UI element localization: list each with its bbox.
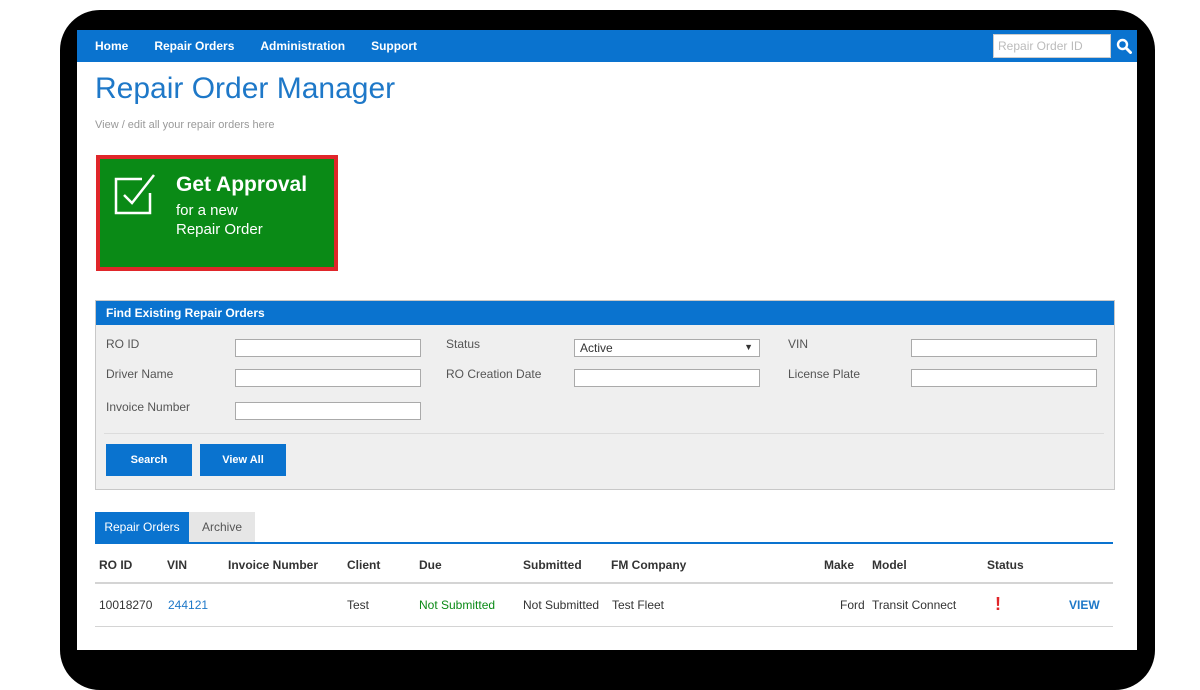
ro-creation-date-input[interactable]	[574, 369, 760, 387]
search-button[interactable]	[1111, 34, 1137, 58]
col-due[interactable]: Due	[419, 558, 442, 572]
nav-home[interactable]: Home	[95, 39, 128, 53]
chevron-down-icon: ▼	[744, 342, 753, 352]
find-panel: Find Existing Repair Orders RO ID Status…	[95, 300, 1115, 490]
cell-vin-link[interactable]: 244121	[168, 598, 208, 612]
invoice-number-label: Invoice Number	[106, 400, 191, 414]
exclamation-icon: !	[995, 594, 1001, 614]
header-divider	[95, 582, 1113, 584]
tablet-frame: Home Repair Orders Administration Suppor…	[60, 10, 1155, 690]
cell-model: Transit Connect	[872, 598, 957, 612]
cell-make: Ford	[840, 598, 865, 612]
vin-label: VIN	[788, 337, 809, 351]
col-submitted[interactable]: Submitted	[523, 558, 582, 572]
col-status[interactable]: Status	[987, 558, 1024, 572]
nav-repair-orders[interactable]: Repair Orders	[154, 39, 234, 53]
page-subtitle: View / edit all your repair orders here	[95, 119, 275, 131]
search-icon	[1116, 38, 1132, 54]
ro-id-input[interactable]	[235, 339, 421, 357]
status-value: Active	[580, 341, 613, 355]
col-vin[interactable]: VIN	[167, 558, 187, 572]
status-select[interactable]: Active ▼	[574, 339, 760, 357]
nav-search	[993, 34, 1137, 58]
col-invoice-number[interactable]: Invoice Number	[228, 558, 318, 572]
ro-id-label: RO ID	[106, 337, 140, 351]
approval-title: Get Approval	[176, 173, 308, 196]
tab-underline	[95, 542, 1113, 544]
view-all-button[interactable]: View All	[200, 444, 286, 476]
tab-repair-orders[interactable]: Repair Orders	[95, 512, 189, 542]
license-plate-input[interactable]	[911, 369, 1097, 387]
col-ro-id[interactable]: RO ID	[99, 558, 132, 572]
nav-support[interactable]: Support	[371, 39, 417, 53]
license-plate-label: License Plate	[788, 367, 861, 381]
driver-name-input[interactable]	[235, 369, 421, 387]
cell-due: Not Submitted	[419, 598, 496, 612]
find-panel-title: Find Existing Repair Orders	[96, 301, 1114, 325]
top-nav: Home Repair Orders Administration Suppor…	[77, 30, 1137, 62]
get-approval-button[interactable]: Get Approval for a new Repair Order	[96, 155, 338, 271]
ro-creation-date-label: RO Creation Date	[446, 367, 542, 381]
col-make[interactable]: Make	[824, 558, 854, 572]
row-divider	[95, 626, 1113, 627]
find-panel-body: RO ID Status Active ▼ VIN Driver Name RO…	[96, 325, 1114, 489]
view-link[interactable]: VIEW	[1069, 598, 1100, 612]
cell-client: Test	[347, 598, 370, 612]
page-title: Repair Order Manager	[95, 72, 396, 105]
cell-submitted: Not Submitted	[523, 598, 600, 612]
checkbox-check-icon	[114, 174, 155, 215]
col-client[interactable]: Client	[347, 558, 380, 572]
col-fm-company[interactable]: FM Company	[611, 558, 686, 572]
vin-input[interactable]	[911, 339, 1097, 357]
tab-archive[interactable]: Archive	[189, 512, 255, 542]
divider	[104, 433, 1104, 434]
approval-line-1: for a new	[176, 202, 238, 219]
status-label: Status	[446, 337, 481, 351]
screen: Home Repair Orders Administration Suppor…	[77, 30, 1137, 650]
invoice-number-input[interactable]	[235, 402, 421, 420]
search-submit-button[interactable]: Search	[106, 444, 192, 476]
nav-administration[interactable]: Administration	[260, 39, 345, 53]
driver-name-label: Driver Name	[106, 367, 174, 381]
cell-fm-company: Test Fleet	[612, 598, 665, 612]
repair-order-id-input[interactable]	[993, 34, 1111, 58]
approval-line-2: Repair Order	[176, 221, 263, 238]
cell-ro-id: 10018270	[99, 598, 153, 612]
col-model[interactable]: Model	[872, 558, 907, 572]
